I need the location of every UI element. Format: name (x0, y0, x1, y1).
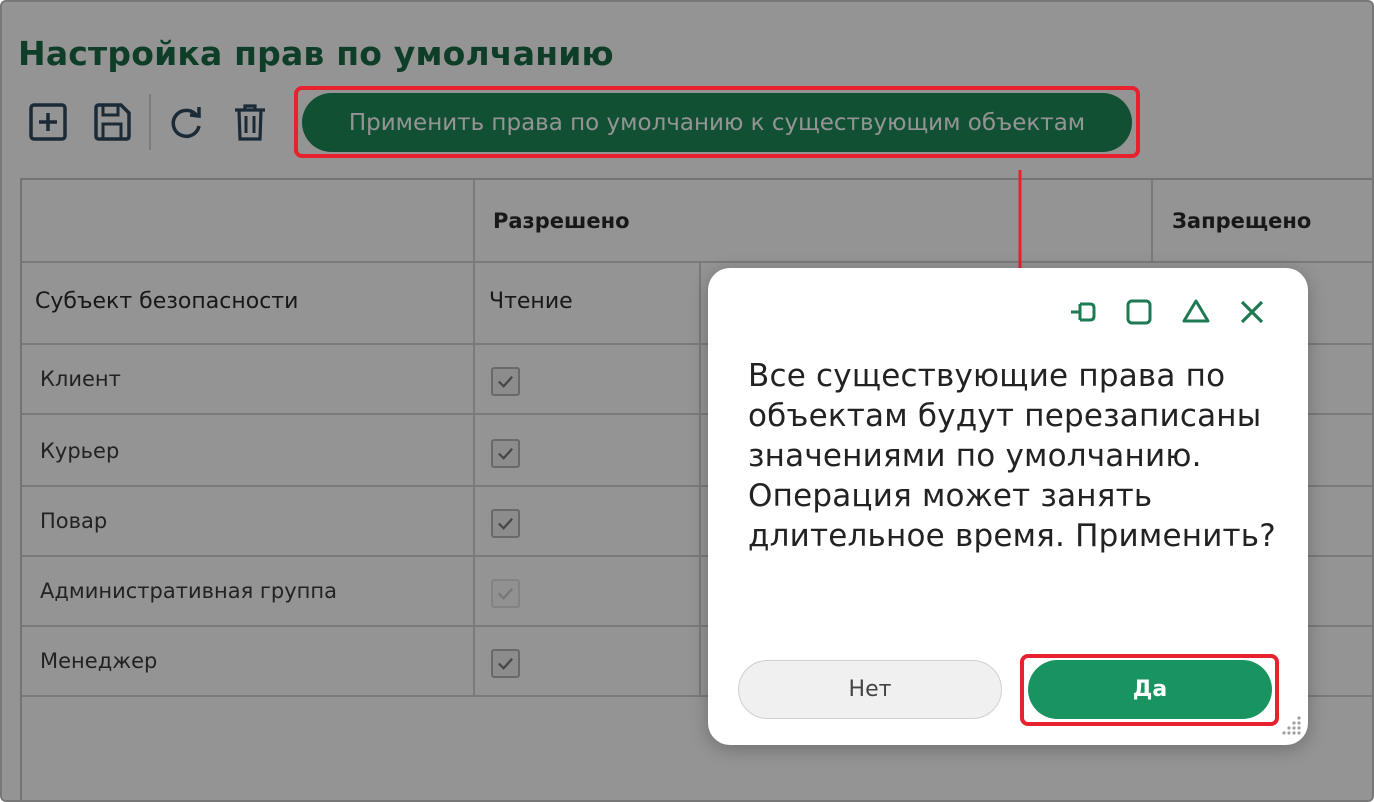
app-window: Настройка прав по умолчанию Применить пр… (0, 0, 1374, 802)
apply-button-highlight (294, 86, 1140, 158)
no-button[interactable]: Нет (738, 660, 1002, 719)
maximize-icon[interactable] (1123, 296, 1155, 328)
collapse-icon[interactable] (1180, 296, 1212, 328)
pin-icon[interactable] (1068, 296, 1100, 328)
yes-button-highlight (1020, 654, 1279, 726)
dialog-message: Все существующие права по объектам будут… (748, 358, 1276, 554)
close-icon[interactable] (1236, 296, 1268, 328)
